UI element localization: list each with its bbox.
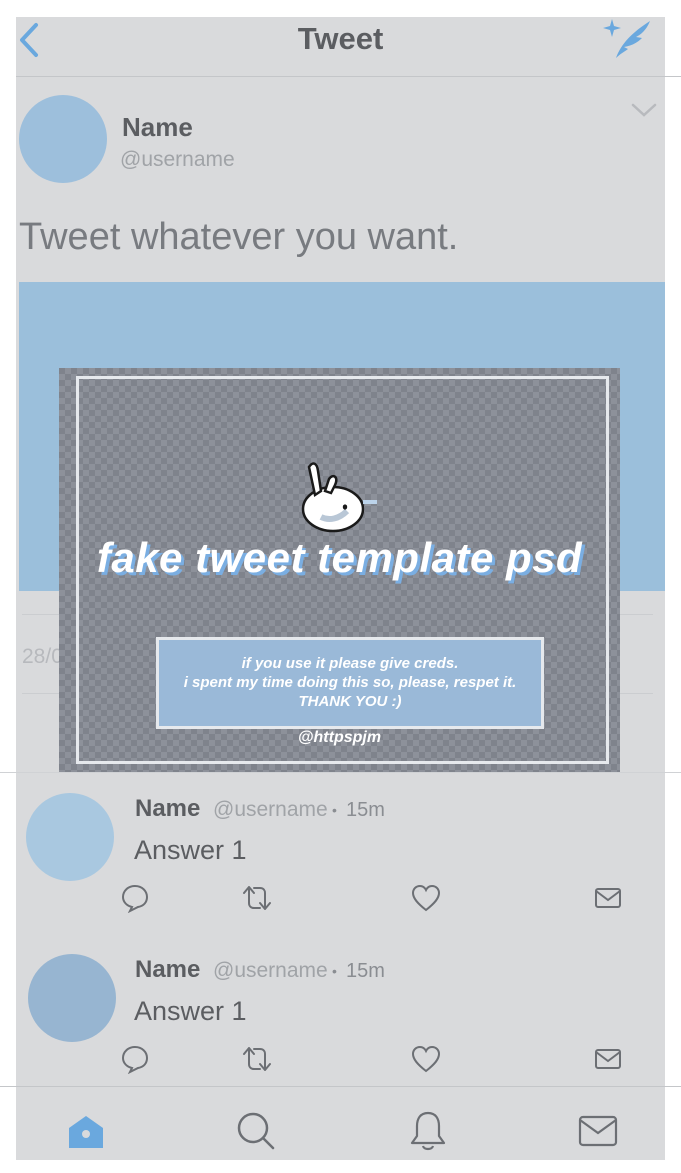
header-divider — [16, 76, 665, 77]
envelope-icon[interactable] — [578, 1114, 618, 1148]
note-line: i spent my time doing this so, please, r… — [183, 674, 517, 691]
chevron-down-icon[interactable] — [630, 101, 658, 119]
heart-icon[interactable] — [411, 883, 441, 913]
overlay-note-box: if you use it please give creds. i spent… — [156, 637, 544, 729]
envelope-icon[interactable] — [593, 883, 623, 913]
reply-avatar[interactable] — [28, 954, 116, 1042]
divider — [665, 76, 681, 77]
separator-dot: • — [332, 802, 337, 818]
search-icon[interactable] — [235, 1110, 277, 1152]
speech-bubble-icon[interactable] — [120, 883, 150, 913]
retweet-icon[interactable] — [240, 883, 274, 913]
reply-author-name[interactable]: Name — [135, 956, 200, 984]
reply-author-name[interactable]: Name — [135, 795, 200, 823]
divider — [0, 772, 681, 773]
note-line: THANK YOU :) — [298, 693, 402, 710]
reply-time: 15m — [346, 960, 385, 982]
template-watermark-overlay: fake tweet template psd if you use it pl… — [59, 368, 620, 773]
separator-dot: • — [332, 963, 337, 979]
note-line: if you use it please give creds. — [241, 655, 459, 672]
reply-time: 15m — [346, 799, 385, 821]
speech-bubble-icon[interactable] — [120, 1044, 150, 1074]
overlay-credit: @httpspjm — [297, 729, 382, 746]
tweet-date: 28/0 — [22, 645, 63, 668]
reply-avatar[interactable] — [26, 793, 114, 881]
divider — [0, 1086, 681, 1087]
heart-icon[interactable] — [411, 1044, 441, 1074]
author-username[interactable]: @username — [120, 148, 235, 172]
author-name[interactable]: Name — [122, 112, 193, 143]
overlay-title: fake tweet template psd — [96, 534, 583, 581]
reply-username[interactable]: @username — [213, 798, 328, 822]
reply-text: Answer 1 — [134, 996, 247, 1026]
tweet-text: Tweet whatever you want. — [19, 216, 459, 258]
tweet-screen: Tweet Name @username Tweet whatever you … — [16, 17, 665, 1160]
reply-username[interactable]: @username — [213, 959, 328, 983]
bell-icon[interactable] — [408, 1109, 448, 1153]
retweet-icon[interactable] — [240, 1044, 274, 1074]
reply-text: Answer 1 — [134, 835, 247, 865]
envelope-icon[interactable] — [593, 1044, 623, 1074]
bunny-mascot-icon — [301, 462, 377, 533]
avatar[interactable] — [19, 95, 107, 183]
home-icon[interactable] — [66, 1113, 106, 1151]
page-title: Tweet — [297, 21, 384, 56]
compose-icon[interactable] — [602, 17, 654, 59]
